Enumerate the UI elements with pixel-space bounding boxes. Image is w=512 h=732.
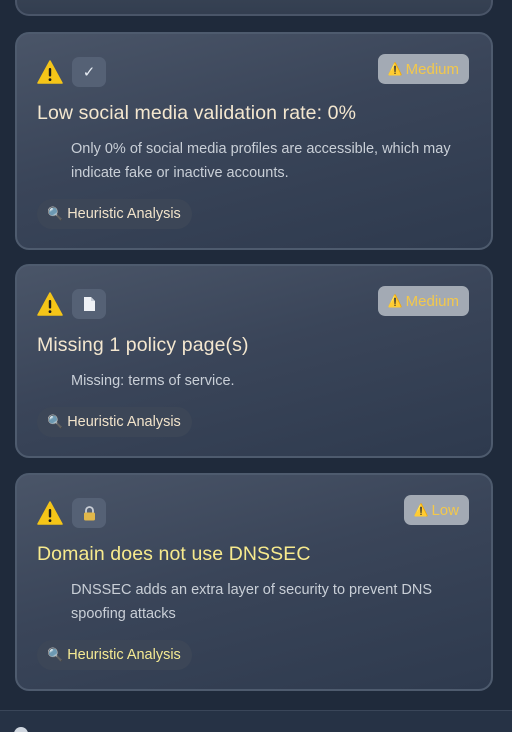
severity-label: Medium [405, 60, 459, 78]
source-label: Heuristic Analysis [67, 414, 181, 430]
magnifier-icon: 🔍 [47, 206, 64, 221]
magnifier-icon: 🔍 [47, 647, 64, 662]
findings-list: ✓ ⚠️ Medium Low social media validation … [0, 0, 512, 732]
source-label: Heuristic Analysis [67, 647, 181, 663]
lock-icon-glyph [83, 505, 95, 520]
severity-label: Medium [405, 292, 459, 310]
finding-title: Low social media validation rate: 0% [37, 102, 357, 124]
info-icon [14, 727, 28, 732]
source-label: Heuristic Analysis [67, 206, 181, 222]
finding-title: Missing 1 policy page(s) [37, 334, 249, 356]
source-tag: 🔍 Heuristic Analysis [37, 640, 192, 670]
checkmark-icon: ✓ [72, 57, 106, 87]
previous-finding-card [15, 0, 493, 16]
warning-icon: ⚠️ [387, 294, 403, 308]
finding-card: ✓ ⚠️ Medium Low social media validation … [15, 32, 493, 250]
magnifier-icon: 🔍 [47, 414, 64, 429]
finding-description: DNSSEC adds an extra layer of security t… [71, 582, 433, 622]
warning-icon [37, 60, 63, 84]
warning-icon: ⚠️ [413, 503, 429, 517]
finding-description: Missing: terms of service. [71, 373, 235, 389]
lock-icon [72, 498, 106, 528]
source-tag: 🔍 Heuristic Analysis [37, 407, 192, 437]
document-icon [72, 289, 106, 319]
severity-label: Low [431, 501, 459, 519]
finding-description: Only 0% of social media profiles are acc… [71, 141, 451, 181]
severity-badge: ⚠️ Medium [377, 54, 469, 84]
finding-title: Domain does not use DNSSEC [37, 543, 311, 565]
warning-icon [37, 292, 63, 316]
finding-card: ⚠️ Medium Missing 1 policy page(s) Missi… [15, 264, 493, 458]
severity-badge: ⚠️ Medium [377, 286, 469, 316]
severity-badge: ⚠️ Low [403, 495, 469, 525]
document-icon-glyph [83, 297, 95, 311]
warning-icon [37, 501, 63, 525]
warning-icon: ⚠️ [387, 62, 403, 76]
next-section-bar [0, 710, 512, 732]
finding-card: ⚠️ Low Domain does not use DNSSEC DNSSEC… [15, 473, 493, 691]
source-tag: 🔍 Heuristic Analysis [37, 199, 192, 229]
